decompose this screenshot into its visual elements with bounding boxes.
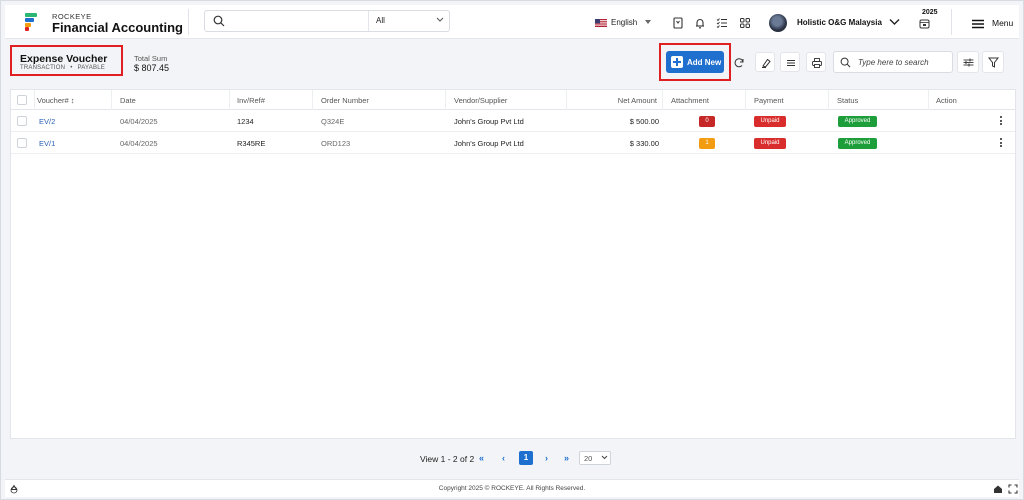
bookmark-icon[interactable] <box>671 16 685 30</box>
filter-icon <box>987 57 1000 68</box>
select-all-checkbox[interactable] <box>17 95 27 105</box>
status-badge: Approved <box>838 138 877 149</box>
page-title: Expense Voucher <box>20 53 108 65</box>
breadcrumb-transaction[interactable]: TRANSACTION <box>20 65 65 71</box>
calendar-icon[interactable] <box>919 18 930 29</box>
divider <box>188 9 189 35</box>
col-status[interactable]: Status <box>837 96 858 105</box>
row-net-amount: $ 330.00 <box>629 139 659 148</box>
row-checkbox[interactable] <box>17 116 27 126</box>
breadcrumb-payable[interactable]: PAYABLE <box>78 65 105 71</box>
chevron-down-icon[interactable] <box>889 18 900 26</box>
menu-button[interactable]: Menu <box>992 18 1013 28</box>
total-sum-label: Total Sum <box>134 54 168 63</box>
footer: Copyright 2025 © ROCKEYE. All Rights Res… <box>5 479 1019 497</box>
row-date: 04/04/2025 <box>120 117 158 126</box>
bell-icon[interactable] <box>693 16 707 30</box>
sliders-icon <box>963 58 974 67</box>
col-voucher[interactable]: Voucher# ↕ <box>37 96 75 105</box>
row-inv-ref: 1234 <box>237 117 254 126</box>
copyright: Copyright 2025 © ROCKEYE. All Rights Res… <box>438 485 586 492</box>
plus-icon <box>671 56 683 68</box>
table-header: Voucher# ↕ Date Inv/Ref# Order Number Ve… <box>11 90 1015 110</box>
fiscal-year: 2025 <box>922 9 938 16</box>
divider <box>951 9 952 35</box>
row-order-number: Q324E <box>321 117 345 126</box>
grid-icon[interactable] <box>738 16 752 30</box>
row-checkbox[interactable] <box>17 138 27 148</box>
advanced-filter-button[interactable] <box>957 51 979 73</box>
attachment-count-badge[interactable]: 1 <box>699 138 715 149</box>
col-vendor[interactable]: Vendor/Supplier <box>454 96 507 105</box>
add-new-button[interactable]: Add New <box>666 51 724 73</box>
quick-search-input[interactable]: Type here to search <box>833 51 953 73</box>
col-attachment[interactable]: Attachment <box>671 96 709 105</box>
language-select[interactable]: English <box>587 14 657 32</box>
prev-page-button[interactable]: ‹ <box>502 453 505 463</box>
table-row[interactable]: EV/1 04/04/2025 R345RE ORD123 John's Gro… <box>11 133 1015 154</box>
row-vendor: John's Group Pvt Ltd <box>454 117 524 126</box>
status-badge: Approved <box>838 116 877 127</box>
next-page-button[interactable]: › <box>545 453 548 463</box>
breadcrumb: TRANSACTION • PAYABLE <box>20 65 105 71</box>
avatar[interactable] <box>769 14 787 32</box>
list-icon <box>787 60 795 66</box>
checklist-icon[interactable] <box>715 16 729 30</box>
app-frame: ROCKEYE Financial Accounting All English… <box>0 0 1024 500</box>
print-icon <box>812 58 822 68</box>
row-date: 04/04/2025 <box>120 139 158 148</box>
voucher-table: Voucher# ↕ Date Inv/Ref# Order Number Ve… <box>10 89 1016 439</box>
clear-filter-button[interactable] <box>755 52 775 72</box>
row-net-amount: $ 500.00 <box>629 117 659 126</box>
col-inv-ref[interactable]: Inv/Ref# <box>237 96 265 105</box>
row-vendor: John's Group Pvt Ltd <box>454 139 524 148</box>
pagination: View 1 - 2 of 2 « ‹ 1 › » 20 <box>1 447 1024 469</box>
col-action: Action <box>936 96 957 105</box>
row-order-number: ORD123 <box>321 139 351 148</box>
last-page-button[interactable]: » <box>564 453 569 463</box>
caret-down-icon <box>645 20 651 24</box>
add-new-label: Add New <box>687 58 722 67</box>
chevron-down-icon <box>601 455 608 460</box>
payment-status-badge: Unpaid <box>754 116 786 127</box>
voucher-link[interactable]: EV/1 <box>39 139 55 148</box>
col-payment[interactable]: Payment <box>754 96 784 105</box>
eraser-icon <box>762 58 771 68</box>
payment-status-badge: Unpaid <box>754 138 786 149</box>
us-flag-icon <box>595 19 607 27</box>
app-title: Financial Accounting <box>52 20 183 35</box>
top-bar: ROCKEYE Financial Accounting All English… <box>5 5 1019 39</box>
kebab-icon[interactable] <box>1000 138 1003 149</box>
page-size-value: 20 <box>584 454 593 463</box>
row-inv-ref: R345RE <box>237 139 266 148</box>
kebab-icon[interactable] <box>1000 116 1003 127</box>
pagination-summary: View 1 - 2 of 2 <box>420 454 475 464</box>
voucher-link[interactable]: EV/2 <box>39 117 55 126</box>
expand-icon[interactable] <box>1008 484 1018 494</box>
global-search[interactable]: All <box>204 10 450 32</box>
column-list-button[interactable] <box>780 52 800 72</box>
search-icon <box>213 15 225 27</box>
search-scope-select[interactable]: All <box>376 16 385 25</box>
col-net-amount[interactable]: Net Amount <box>577 96 657 105</box>
language-label: English <box>611 18 638 27</box>
total-sum-value: $ 807.45 <box>134 63 170 73</box>
home-icon[interactable] <box>993 484 1003 494</box>
hamburger-icon[interactable] <box>971 19 985 29</box>
rockeye-logo-icon <box>25 13 41 31</box>
search-icon <box>840 57 851 68</box>
first-page-button[interactable]: « <box>479 453 484 463</box>
filter-button[interactable] <box>982 51 1004 73</box>
print-button[interactable] <box>806 52 826 72</box>
table-row[interactable]: EV/2 04/04/2025 1234 Q324E John's Group … <box>11 111 1015 132</box>
attachment-count-badge[interactable]: 0 <box>699 116 715 127</box>
page-size-select[interactable]: 20 <box>579 451 611 465</box>
refresh-icon[interactable] <box>733 57 745 69</box>
col-order-number[interactable]: Order Number <box>321 96 369 105</box>
chevron-down-icon[interactable] <box>436 17 444 23</box>
quick-search-placeholder: Type here to search <box>858 58 929 67</box>
current-page-button[interactable]: 1 <box>519 451 533 465</box>
col-date[interactable]: Date <box>120 96 136 105</box>
company-name[interactable]: Holistic O&G Malaysia <box>797 18 882 27</box>
